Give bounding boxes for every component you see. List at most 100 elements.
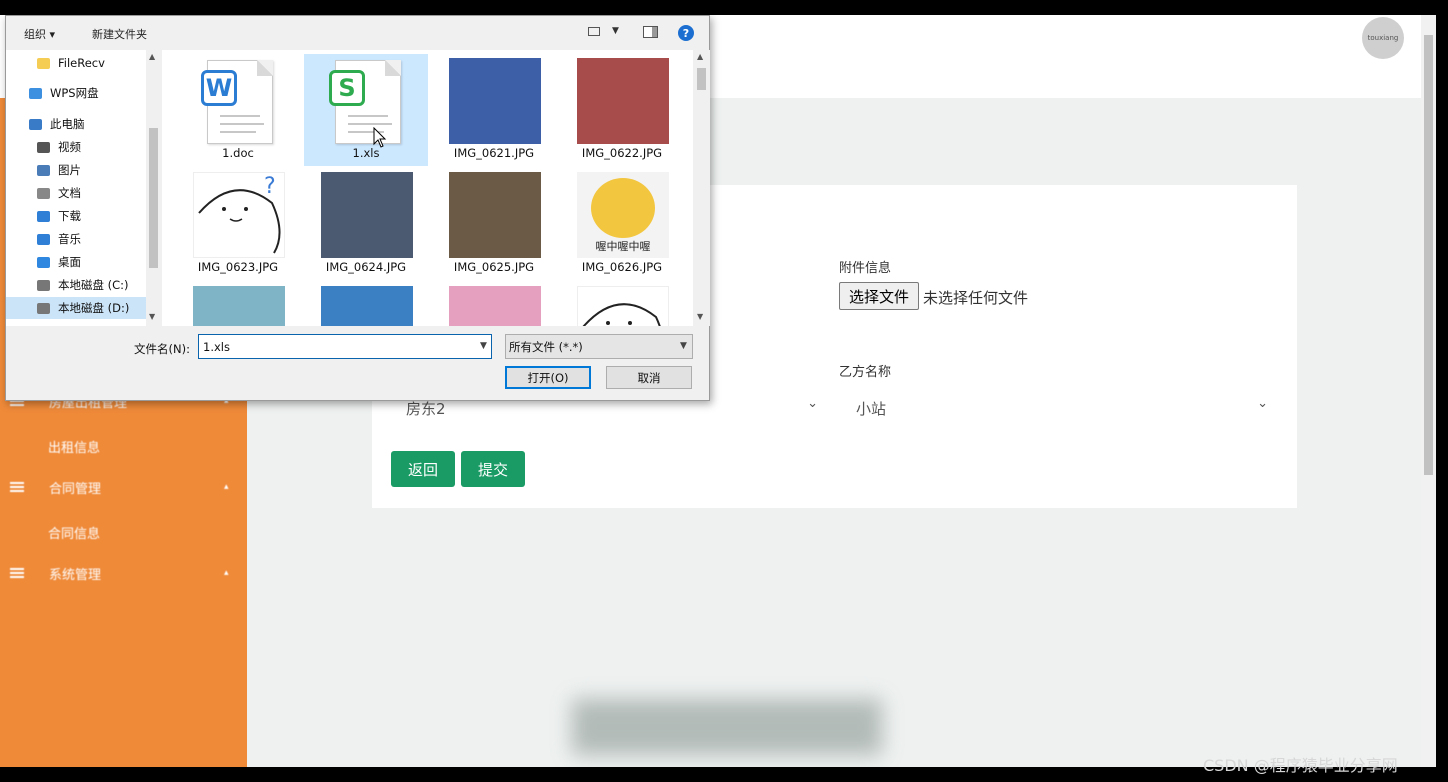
list-icon xyxy=(10,481,24,493)
scroll-down-icon[interactable]: ▼ xyxy=(697,312,703,321)
image-thumbnail xyxy=(449,286,541,326)
files-scrollbar-thumb[interactable] xyxy=(697,68,706,90)
organize-button[interactable]: 组织 ▾ xyxy=(24,26,55,42)
new-folder-button[interactable]: 新建文件夹 xyxy=(92,26,147,42)
file-name: IMG_0621.JPG xyxy=(453,146,535,160)
nav-item[interactable]: WPS网盘 xyxy=(6,82,146,104)
attachment-label: 附件信息 xyxy=(839,261,892,276)
file-item[interactable]: S 1.xls xyxy=(304,54,428,166)
chevron-up-icon: ▴ xyxy=(224,568,229,578)
drive-icon xyxy=(37,279,50,291)
nav-item[interactable]: 下载 xyxy=(6,205,146,227)
dialog-toolbar: 组织 ▾ 新建文件夹 ▼ ? xyxy=(6,16,709,50)
image-thumbnail xyxy=(577,58,669,144)
party-b-value: 小站 xyxy=(856,400,887,418)
file-name: IMG_0622.JPG xyxy=(581,146,663,160)
download-icon xyxy=(37,210,50,222)
help-icon[interactable]: ? xyxy=(678,25,694,41)
file-item[interactable] xyxy=(560,282,684,326)
party-b-select[interactable]: 小站 ⌄ xyxy=(846,389,1274,425)
word-document-icon: W xyxy=(193,58,285,144)
list-icon xyxy=(10,567,24,579)
chevron-down-icon[interactable]: ▼ xyxy=(480,341,487,351)
file-item[interactable]: IMG_0621.JPG xyxy=(432,54,556,166)
image-thumbnail xyxy=(449,58,541,144)
drive-icon xyxy=(37,302,50,314)
navigation-scrollbar[interactable]: ▲ ▼ xyxy=(146,50,161,326)
chevron-down-icon[interactable]: ▼ xyxy=(680,341,687,351)
file-item[interactable]: 喔中喔中喔 IMG_0626.JPG xyxy=(560,168,684,280)
document-icon xyxy=(37,187,50,199)
blurred-footer xyxy=(572,699,882,755)
filename-input[interactable]: 1.xls xyxy=(198,334,492,359)
desktop-icon xyxy=(37,256,50,268)
submit-button[interactable]: 提交 xyxy=(461,451,525,487)
file-item[interactable]: ? IMG_0623.JPG xyxy=(176,168,300,280)
folder-icon xyxy=(37,57,50,69)
spreadsheet-icon: S xyxy=(321,58,413,144)
file-open-dialog: 组织 ▾ 新建文件夹 ▼ ? FileRecv WPS网盘此电脑 视频图片文档下载音… xyxy=(5,15,710,401)
open-button[interactable]: 打开(O) xyxy=(505,366,591,389)
file-item[interactable]: IMG_0624.JPG xyxy=(304,168,428,280)
sidebar-item[interactable]: 合同信息 xyxy=(48,523,100,542)
file-name: IMG_0623.JPG xyxy=(197,260,279,274)
page-scrollbar[interactable] xyxy=(1421,15,1436,767)
image-thumbnail xyxy=(321,286,413,326)
video-icon xyxy=(37,141,50,153)
file-item[interactable] xyxy=(432,282,556,326)
files-scrollbar[interactable]: ▲ ▼ xyxy=(693,50,710,326)
preview-pane-icon[interactable] xyxy=(643,26,658,38)
nav-item-label: 图片 xyxy=(58,163,81,177)
file-name: 1.xls xyxy=(352,146,380,160)
nav-item-label: 本地磁盘 (C:) xyxy=(58,278,129,292)
file-name: 1.doc xyxy=(222,146,254,160)
image-thumbnail xyxy=(321,172,413,258)
file-type-select[interactable]: 所有文件 (*.*) xyxy=(505,334,693,359)
chevron-down-icon[interactable]: ▼ xyxy=(612,26,619,36)
view-options-icon[interactable] xyxy=(588,27,600,36)
nav-item-label: 桌面 xyxy=(58,255,81,269)
back-button[interactable]: 返回 xyxy=(391,451,455,487)
file-item[interactable]: IMG_0622.JPG xyxy=(560,54,684,166)
nav-item[interactable]: 此电脑 xyxy=(6,113,146,135)
file-item[interactable]: IMG_0625.JPG xyxy=(432,168,556,280)
music-icon xyxy=(37,233,50,245)
nav-item[interactable]: 本地磁盘 (C:) xyxy=(6,274,146,296)
nav-item[interactable]: 音乐 xyxy=(6,228,146,250)
navigation-scrollbar-thumb[interactable] xyxy=(149,128,158,268)
nav-item[interactable]: 文档 xyxy=(6,182,146,204)
computer-icon xyxy=(29,118,42,130)
file-item[interactable]: W 1.doc xyxy=(176,54,300,166)
party-b-label: 乙方名称 xyxy=(839,365,892,380)
nav-item[interactable]: 本地磁盘 (D:) xyxy=(6,297,146,319)
nav-item-label: 下载 xyxy=(58,209,81,223)
image-thumbnail xyxy=(577,286,669,326)
image-caption: 喔中喔中喔 xyxy=(595,240,651,253)
file-item[interactable] xyxy=(176,282,300,326)
file-name: IMG_0624.JPG xyxy=(325,260,407,274)
scroll-up-icon[interactable]: ▲ xyxy=(149,52,155,61)
scroll-down-icon[interactable]: ▼ xyxy=(149,312,155,321)
file-status-text: 未选择任何文件 xyxy=(923,289,1029,307)
nav-item[interactable]: 图片 xyxy=(6,159,146,181)
svg-text:?: ? xyxy=(264,174,276,199)
cancel-button[interactable]: 取消 xyxy=(606,366,692,389)
sidebar-group[interactable]: 合同管理 ▴ xyxy=(0,468,247,506)
filename-label: 文件名(N): xyxy=(134,342,190,356)
nav-item-label: WPS网盘 xyxy=(50,86,99,100)
sidebar-item[interactable]: 出租信息 xyxy=(48,437,100,456)
sidebar-group[interactable]: 系统管理 ▴ xyxy=(0,554,247,592)
avatar[interactable]: touxiang xyxy=(1362,17,1404,59)
image-thumbnail xyxy=(449,172,541,258)
nav-item[interactable]: 视频 xyxy=(6,136,146,158)
file-item[interactable] xyxy=(304,282,428,326)
choose-file-button[interactable]: 选择文件 xyxy=(839,282,919,310)
nav-item[interactable]: FileRecv xyxy=(6,52,146,74)
nav-item[interactable]: 桌面 xyxy=(6,251,146,273)
scroll-up-icon[interactable]: ▲ xyxy=(697,52,703,61)
image-thumbnail: ? xyxy=(193,172,285,258)
cloud-icon xyxy=(29,87,42,99)
page-scrollbar-thumb[interactable] xyxy=(1424,35,1433,475)
navigation-pane: FileRecv WPS网盘此电脑 视频图片文档下载音乐桌面本地磁盘 (C:) 本地磁… xyxy=(6,50,161,326)
picture-icon xyxy=(37,164,50,176)
